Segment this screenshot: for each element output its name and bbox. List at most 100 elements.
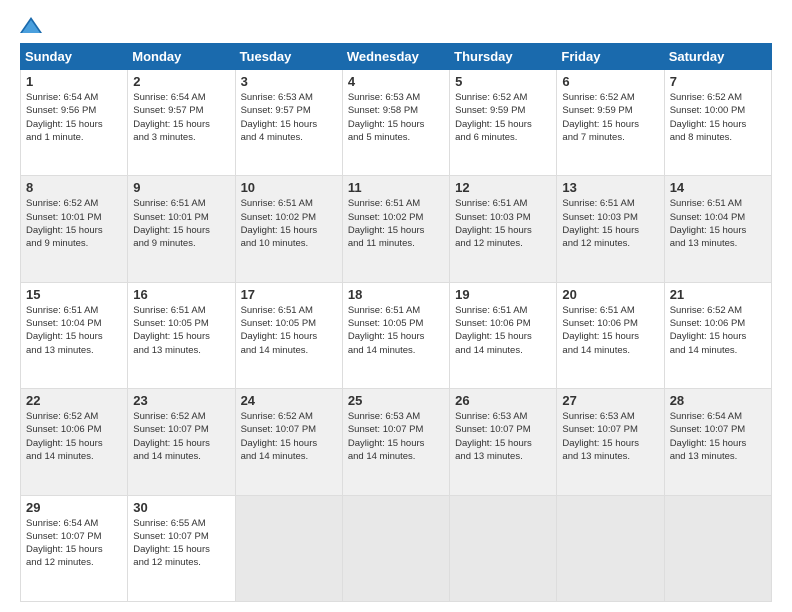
table-row: 25Sunrise: 6:53 AM Sunset: 10:07 PM Dayl… xyxy=(342,389,449,495)
day-number: 16 xyxy=(133,287,229,302)
table-row xyxy=(342,495,449,601)
day-info: Sunrise: 6:52 AM Sunset: 10:01 PM Daylig… xyxy=(26,197,122,250)
day-info: Sunrise: 6:51 AM Sunset: 10:03 PM Daylig… xyxy=(455,197,551,250)
day-number: 20 xyxy=(562,287,658,302)
calendar-week-row: 29 Sunrise: 6:54 AM Sunset: 10:07 PM Dayl… xyxy=(21,495,772,601)
col-monday: Monday xyxy=(128,44,235,70)
header xyxy=(20,15,772,35)
day-number: 14 xyxy=(670,180,766,195)
table-row: 30 Sunrise: 6:55 AM Sunset: 10:07 PM Dayl… xyxy=(128,495,235,601)
calendar-week-row: 8 Sunrise: 6:52 AM Sunset: 10:01 PM Dayli… xyxy=(21,176,772,282)
day-number: 7 xyxy=(670,74,766,89)
table-row: 10 Sunrise: 6:51 AM Sunset: 10:02 PM Dayl… xyxy=(235,176,342,282)
day-info: Sunrise: 6:51 AM Sunset: 10:03 PM Daylig… xyxy=(562,197,658,250)
day-number: 24 xyxy=(241,393,337,408)
table-row: 6 Sunrise: 6:52 AM Sunset: 9:59 PM Daylig… xyxy=(557,70,664,176)
day-number: 30 xyxy=(133,500,229,515)
table-row: 15 Sunrise: 6:51 AM Sunset: 10:04 PM Dayl… xyxy=(21,282,128,388)
table-row: 1 Sunrise: 6:54 AM Sunset: 9:56 PM Daylig… xyxy=(21,70,128,176)
day-number: 22 xyxy=(26,393,122,408)
table-row: 13 Sunrise: 6:51 AM Sunset: 10:03 PM Dayl… xyxy=(557,176,664,282)
day-info: Sunrise: 6:52 AM Sunset: 9:59 PM Dayligh… xyxy=(562,91,658,144)
day-info: Sunrise: 6:51 AM Sunset: 10:05 PM Daylig… xyxy=(348,304,444,357)
day-number: 13 xyxy=(562,180,658,195)
day-number: 6 xyxy=(562,74,658,89)
day-info: Sunrise: 6:51 AM Sunset: 10:06 PM Daylig… xyxy=(562,304,658,357)
day-info: Sunrise: 6:52 AM Sunset: 9:59 PM Dayligh… xyxy=(455,91,551,144)
day-number: 5 xyxy=(455,74,551,89)
day-number: 8 xyxy=(26,180,122,195)
day-number: 29 xyxy=(26,500,122,515)
day-number: 11 xyxy=(348,180,444,195)
day-info: Sunrise: 6:53 AM Sunset: 10:07 PM Daylig… xyxy=(348,410,444,463)
table-row: 3Sunrise: 6:53 AM Sunset: 9:57 PM Daylig… xyxy=(235,70,342,176)
table-row: 28 Sunrise: 6:54 AM Sunset: 10:07 PM Dayl… xyxy=(664,389,771,495)
table-row: 8 Sunrise: 6:52 AM Sunset: 10:01 PM Dayli… xyxy=(21,176,128,282)
table-row xyxy=(450,495,557,601)
col-thursday: Thursday xyxy=(450,44,557,70)
table-row: 14 Sunrise: 6:51 AM Sunset: 10:04 PM Dayl… xyxy=(664,176,771,282)
logo xyxy=(20,15,46,35)
table-row: 16 Sunrise: 6:51 AM Sunset: 10:05 PM Dayl… xyxy=(128,282,235,388)
day-info: Sunrise: 6:51 AM Sunset: 10:01 PM Daylig… xyxy=(133,197,229,250)
day-number: 17 xyxy=(241,287,337,302)
day-number: 3 xyxy=(241,74,337,89)
day-info: Sunrise: 6:54 AM Sunset: 9:56 PM Dayligh… xyxy=(26,91,122,144)
day-number: 28 xyxy=(670,393,766,408)
day-info: Sunrise: 6:53 AM Sunset: 10:07 PM Daylig… xyxy=(562,410,658,463)
table-row: 11 Sunrise: 6:51 AM Sunset: 10:02 PM Dayl… xyxy=(342,176,449,282)
day-number: 23 xyxy=(133,393,229,408)
table-row: 2 Sunrise: 6:54 AM Sunset: 9:57 PM Daylig… xyxy=(128,70,235,176)
day-info: Sunrise: 6:52 AM Sunset: 10:07 PM Daylig… xyxy=(241,410,337,463)
day-number: 27 xyxy=(562,393,658,408)
table-row: 29 Sunrise: 6:54 AM Sunset: 10:07 PM Dayl… xyxy=(21,495,128,601)
col-wednesday: Wednesday xyxy=(342,44,449,70)
day-number: 2 xyxy=(133,74,229,89)
day-info: Sunrise: 6:54 AM Sunset: 10:07 PM Daylig… xyxy=(26,517,122,570)
calendar-week-row: 22Sunrise: 6:52 AM Sunset: 10:06 PM Dayl… xyxy=(21,389,772,495)
day-info: Sunrise: 6:51 AM Sunset: 10:02 PM Daylig… xyxy=(241,197,337,250)
day-info: Sunrise: 6:52 AM Sunset: 10:06 PM Daylig… xyxy=(670,304,766,357)
table-row: 18 Sunrise: 6:51 AM Sunset: 10:05 PM Dayl… xyxy=(342,282,449,388)
page: Sunday Monday Tuesday Wednesday Thursday… xyxy=(0,0,792,612)
calendar-header-row: Sunday Monday Tuesday Wednesday Thursday… xyxy=(21,44,772,70)
table-row: 21Sunrise: 6:52 AM Sunset: 10:06 PM Dayl… xyxy=(664,282,771,388)
day-info: Sunrise: 6:52 AM Sunset: 10:07 PM Daylig… xyxy=(133,410,229,463)
day-info: Sunrise: 6:52 AM Sunset: 10:00 PM Daylig… xyxy=(670,91,766,144)
table-row xyxy=(557,495,664,601)
table-row: 17 Sunrise: 6:51 AM Sunset: 10:05 PM Dayl… xyxy=(235,282,342,388)
day-info: Sunrise: 6:53 AM Sunset: 9:58 PM Dayligh… xyxy=(348,91,444,144)
calendar-week-row: 1 Sunrise: 6:54 AM Sunset: 9:56 PM Daylig… xyxy=(21,70,772,176)
table-row: 4 Sunrise: 6:53 AM Sunset: 9:58 PM Daylig… xyxy=(342,70,449,176)
day-info: Sunrise: 6:55 AM Sunset: 10:07 PM Daylig… xyxy=(133,517,229,570)
day-info: Sunrise: 6:51 AM Sunset: 10:02 PM Daylig… xyxy=(348,197,444,250)
day-info: Sunrise: 6:54 AM Sunset: 10:07 PM Daylig… xyxy=(670,410,766,463)
table-row: 24 Sunrise: 6:52 AM Sunset: 10:07 PM Dayl… xyxy=(235,389,342,495)
calendar-week-row: 15 Sunrise: 6:51 AM Sunset: 10:04 PM Dayl… xyxy=(21,282,772,388)
table-row xyxy=(664,495,771,601)
logo-icon xyxy=(20,15,42,35)
day-info: Sunrise: 6:51 AM Sunset: 10:05 PM Daylig… xyxy=(241,304,337,357)
table-row: 12 Sunrise: 6:51 AM Sunset: 10:03 PM Dayl… xyxy=(450,176,557,282)
table-row: 20 Sunrise: 6:51 AM Sunset: 10:06 PM Dayl… xyxy=(557,282,664,388)
day-info: Sunrise: 6:54 AM Sunset: 9:57 PM Dayligh… xyxy=(133,91,229,144)
day-number: 12 xyxy=(455,180,551,195)
day-number: 15 xyxy=(26,287,122,302)
day-number: 19 xyxy=(455,287,551,302)
day-number: 9 xyxy=(133,180,229,195)
col-sunday: Sunday xyxy=(21,44,128,70)
day-number: 18 xyxy=(348,287,444,302)
table-row: 5 Sunrise: 6:52 AM Sunset: 9:59 PM Daylig… xyxy=(450,70,557,176)
day-info: Sunrise: 6:51 AM Sunset: 10:05 PM Daylig… xyxy=(133,304,229,357)
table-row xyxy=(235,495,342,601)
day-info: Sunrise: 6:51 AM Sunset: 10:04 PM Daylig… xyxy=(26,304,122,357)
day-number: 10 xyxy=(241,180,337,195)
calendar-table: Sunday Monday Tuesday Wednesday Thursday… xyxy=(20,43,772,602)
day-info: Sunrise: 6:51 AM Sunset: 10:04 PM Daylig… xyxy=(670,197,766,250)
day-number: 1 xyxy=(26,74,122,89)
table-row: 9 Sunrise: 6:51 AM Sunset: 10:01 PM Dayli… xyxy=(128,176,235,282)
col-saturday: Saturday xyxy=(664,44,771,70)
day-number: 4 xyxy=(348,74,444,89)
day-number: 26 xyxy=(455,393,551,408)
table-row: 26Sunrise: 6:53 AM Sunset: 10:07 PM Dayl… xyxy=(450,389,557,495)
